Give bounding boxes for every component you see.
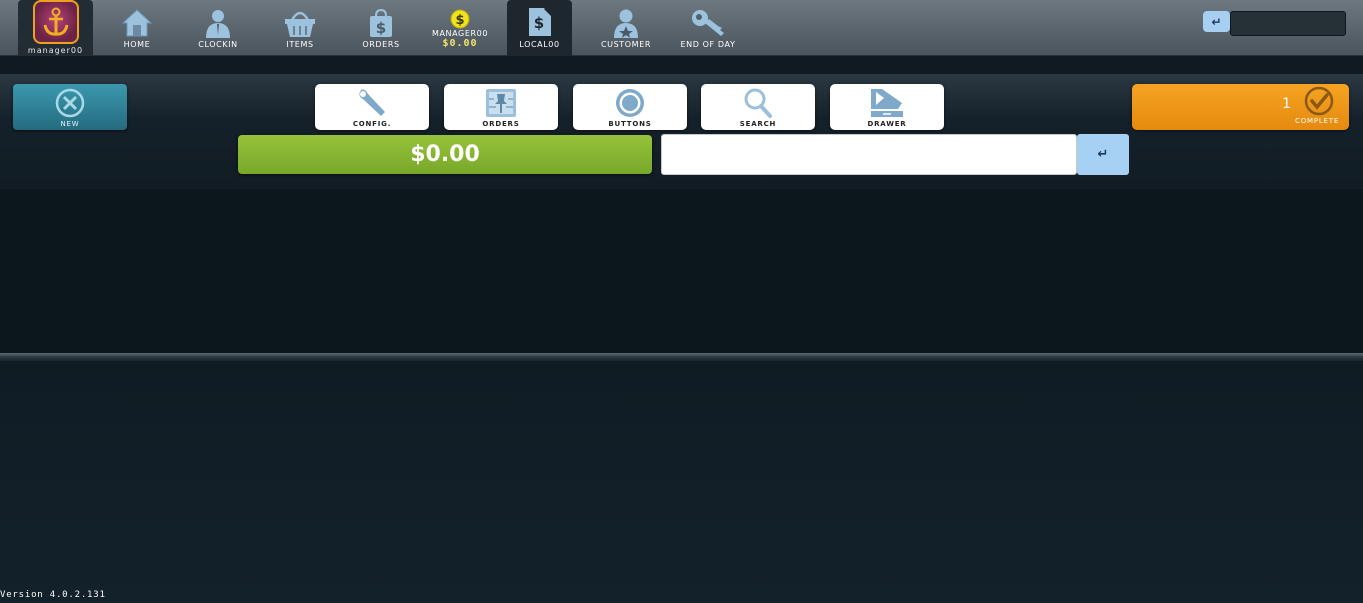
svg-text:$: $	[455, 13, 464, 28]
search-button-label: SEARCH	[739, 119, 777, 128]
nav-orders-label: ORDERS	[362, 40, 400, 49]
buttons-button-label: BUTTONS	[608, 119, 652, 128]
manager-amount: $0.00	[442, 38, 478, 49]
bag-dollar-icon: $	[370, 8, 392, 37]
anchor-icon	[32, 0, 79, 44]
basket-icon	[285, 11, 315, 37]
close-circle-icon	[55, 88, 85, 117]
nav-local-label: LOCAL00	[519, 40, 560, 49]
pin-board-icon	[486, 88, 516, 117]
scan-input[interactable]	[661, 134, 1077, 175]
drawer-button[interactable]: DRAWER	[830, 84, 944, 130]
scan-enter-button[interactable]: ↵	[1077, 134, 1129, 175]
svg-text:$: $	[533, 14, 543, 32]
nav-clockin[interactable]: CLOCKIN	[182, 0, 254, 56]
nav-customer-label: CUSTOMER	[600, 40, 652, 49]
nav-items-label: ITEMS	[286, 40, 314, 49]
top-nav-bar: manager00 HOME CLOCKIN ITEMS $ ORDERS $ …	[0, 0, 1363, 56]
nav-home-label: HOME	[123, 40, 151, 49]
nav-manager[interactable]: $ MANAGER00 $0.00	[424, 0, 496, 56]
nav-manager-label: MANAGER00	[431, 29, 489, 38]
user-logo[interactable]: manager00	[18, 0, 93, 56]
nav-customer[interactable]: CUSTOMER	[590, 0, 662, 56]
top-input-field[interactable]	[1230, 11, 1346, 36]
user-name: manager00	[27, 46, 84, 55]
button-icon	[616, 88, 644, 117]
checkmark-circle-icon	[1304, 86, 1334, 116]
receipt-icon: $	[528, 6, 557, 36]
config-button[interactable]: CONFIG.	[315, 84, 429, 130]
new-button[interactable]: NEW	[13, 84, 127, 130]
home-icon	[121, 9, 153, 37]
top-enter-button[interactable]: ↵	[1203, 11, 1230, 32]
nav-clockin-label: CLOCKIN	[198, 40, 238, 49]
order-items-area[interactable]	[0, 189, 1363, 355]
nav-orders[interactable]: $ ORDERS	[345, 0, 417, 56]
key-icon	[692, 10, 724, 36]
buttons-button[interactable]: BUTTONS	[573, 84, 687, 130]
action-panel: NEW CONFIG. ORDERS BUTTONS SEARCH DRAWER…	[0, 74, 1363, 189]
complete-button[interactable]: 1 COMPLETE	[1132, 84, 1349, 130]
coin-icon: $	[450, 9, 470, 29]
version-text: Version 4.0.2.131	[0, 590, 106, 600]
lower-panel	[0, 361, 1363, 603]
orders-button-label: ORDERS	[482, 119, 520, 128]
complete-count: 1	[1282, 96, 1291, 112]
nav-local[interactable]: $ LOCAL00	[507, 0, 572, 56]
new-button-label: NEW	[60, 119, 80, 128]
splitter-handle[interactable]	[0, 353, 1363, 361]
drawer-button-label: DRAWER	[867, 119, 907, 128]
wrench-icon	[359, 89, 385, 116]
complete-button-label: COMPLETE	[1295, 117, 1340, 125]
order-total[interactable]: $0.00	[238, 135, 652, 174]
nav-home[interactable]: HOME	[101, 0, 173, 56]
drawer-icon	[871, 88, 903, 117]
customer-icon	[614, 9, 638, 38]
magnifier-icon	[744, 88, 772, 118]
config-button-label: CONFIG.	[352, 119, 392, 128]
person-icon	[206, 10, 230, 38]
nav-end-of-day[interactable]: END OF DAY	[672, 0, 744, 56]
svg-text:$: $	[376, 19, 386, 37]
search-button[interactable]: SEARCH	[701, 84, 815, 130]
nav-end-of-day-label: END OF DAY	[680, 40, 736, 49]
orders-button[interactable]: ORDERS	[444, 84, 558, 130]
nav-items[interactable]: ITEMS	[264, 0, 336, 56]
